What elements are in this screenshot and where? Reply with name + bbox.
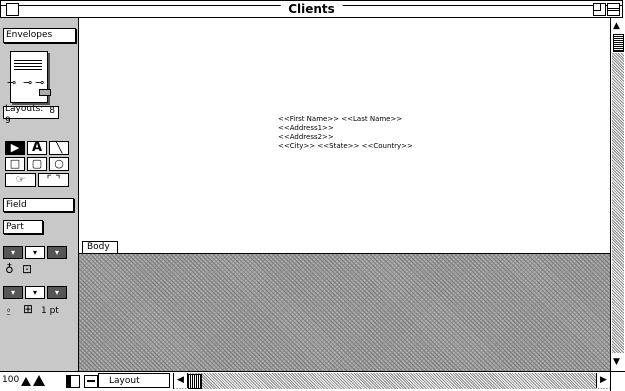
oval-tool[interactable]: ○ — [49, 157, 69, 171]
scroll-track[interactable] — [612, 53, 624, 353]
fill-sample-icon: ⊡ — [22, 262, 33, 276]
pen-width-popup[interactable]: ▾ — [47, 286, 67, 299]
zoom-in-icon[interactable] — [33, 375, 45, 386]
merge-line-address1: <<Address1>> — [278, 124, 334, 132]
pen-icon: ⍛ — [5, 302, 13, 316]
zoom-out-icon[interactable] — [21, 377, 31, 386]
button-tool[interactable]: ☞ — [5, 173, 36, 187]
layouts-label: Layouts: — [5, 104, 44, 114]
scroll-thumb[interactable] — [613, 34, 624, 52]
book-tab[interactable] — [39, 89, 51, 96]
merge-line-name: <<First Name>> <<Last Name>> — [278, 115, 403, 123]
rounded-rectangle-tool[interactable]: ▢ — [27, 157, 47, 171]
fill-color-popup[interactable]: ▾ — [3, 246, 23, 259]
line-tool[interactable]: ╲ — [49, 141, 69, 155]
collapse-box[interactable] — [607, 3, 620, 16]
hscroll-thumb[interactable] — [188, 374, 202, 389]
nonprinting-area — [79, 253, 610, 371]
scroll-left-arrow[interactable]: ◀ — [174, 373, 188, 388]
rectangle-tool[interactable]: □ — [5, 157, 25, 171]
layouts-count: 9 — [5, 116, 11, 126]
status-area-toggle-icon[interactable] — [66, 375, 80, 388]
scroll-up-arrow[interactable]: ▲ — [613, 21, 620, 31]
book-ring-icon: ⊸ — [35, 76, 45, 89]
pen-color-popup[interactable]: ▾ — [3, 286, 23, 299]
page-margins-icon[interactable] — [84, 375, 98, 388]
merge-line-city-state: <<City>> <<State>> <<Country>> — [278, 142, 413, 150]
mode-popup[interactable]: Layout — [98, 373, 170, 388]
border-sample-icon: ⊞ — [23, 302, 34, 316]
merge-line-address2: <<Address2>> — [278, 133, 334, 141]
body-part[interactable]: <<First Name>> <<Last Name>> <<Address1>… — [79, 18, 610, 253]
part-boundary[interactable] — [79, 253, 610, 254]
fill-pattern-popup[interactable]: ▾ — [25, 246, 45, 259]
field-tool[interactable]: Field — [3, 198, 74, 212]
tool-palette: ▶ A ╲ □ ▢ ○ ☞ ⌜ ⌝ — [5, 141, 74, 196]
text-tool[interactable]: A — [27, 141, 47, 155]
zoom-level[interactable]: 100 — [2, 375, 19, 385]
title-bar[interactable]: Clients — [0, 0, 623, 18]
layout-popup[interactable]: Envelopes — [3, 28, 76, 43]
vertical-scrollbar[interactable]: ▲ ▼ — [610, 18, 625, 371]
pointer-tool[interactable]: ▶ — [5, 141, 25, 155]
layout-canvas[interactable]: <<First Name>> <<Last Name>> <<Address1>… — [79, 18, 610, 371]
close-box[interactable] — [6, 3, 19, 16]
body-part-label[interactable]: Body — [82, 241, 118, 253]
paint-bucket-icon: ♁ — [5, 262, 14, 276]
horizontal-scrollbar[interactable]: ◀ ▶ — [173, 373, 610, 389]
pen-pattern-popup[interactable]: ▾ — [25, 286, 45, 299]
scroll-right-arrow[interactable]: ▶ — [596, 373, 610, 388]
book-ring-icon: ⊸ — [7, 76, 17, 89]
book-page: ⊸ ⊸ ⊸ — [7, 51, 51, 103]
bottom-bar: 100 Layout ◀ ▶ — [0, 371, 625, 391]
line-width-label: 1 pt — [41, 306, 59, 316]
grow-box[interactable] — [610, 371, 625, 391]
part-tool[interactable]: Part — [3, 220, 43, 234]
portal-tool[interactable]: ⌜ ⌝ — [38, 173, 69, 187]
window-title: Clients — [280, 2, 343, 16]
book-page-arrow: 8 — [49, 106, 55, 116]
fill-effect-popup[interactable]: ▾ — [47, 246, 67, 259]
zoom-box[interactable] — [593, 3, 606, 16]
book-ring-icon: ⊸ — [23, 76, 33, 89]
merge-fields-block[interactable]: <<First Name>> <<Last Name>> <<Address1>… — [278, 115, 413, 151]
scroll-down-arrow[interactable]: ▼ — [613, 357, 620, 367]
status-area: Envelopes ⊸ ⊸ ⊸ 8 Layouts: 9 ▶ A ╲ □ ▢ ○… — [0, 18, 79, 371]
